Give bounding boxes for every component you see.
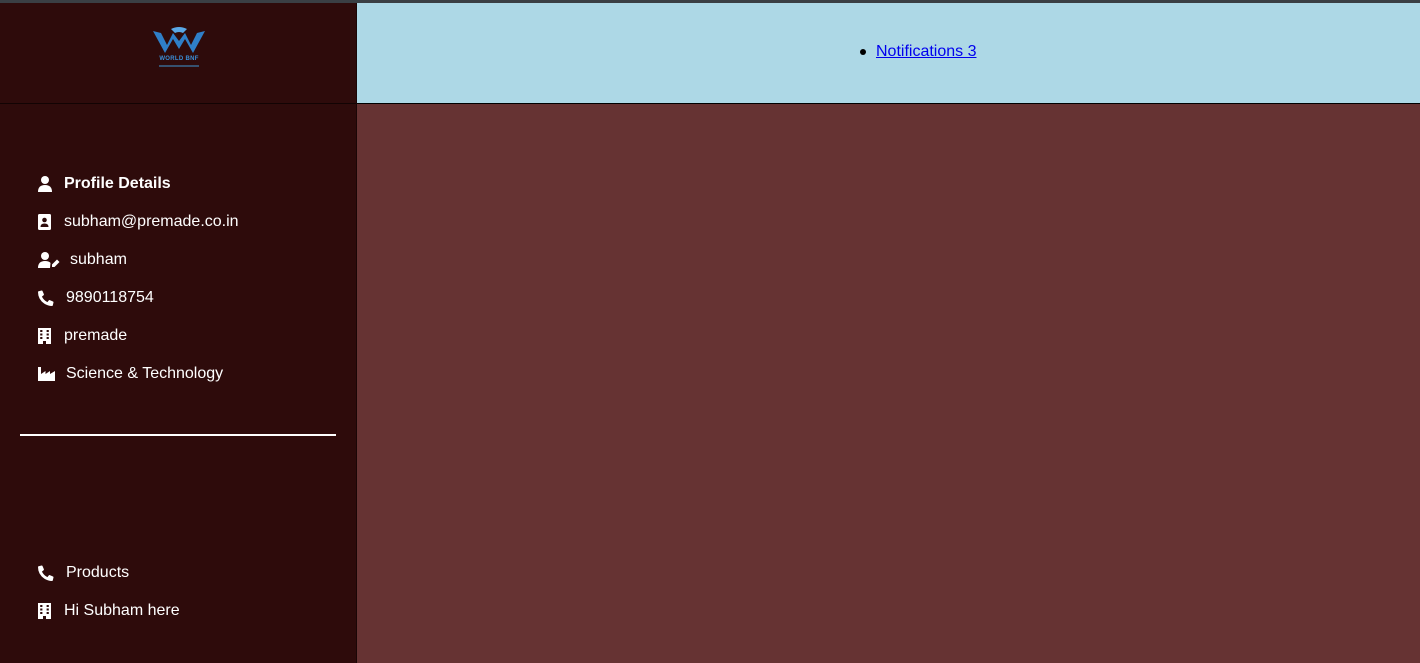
industry-icon bbox=[38, 365, 58, 383]
id-card-icon bbox=[38, 213, 56, 231]
header-nav-list: Notifications 3 bbox=[860, 43, 977, 61]
sidebar-item-greeting[interactable]: Hi Subham here bbox=[38, 599, 180, 623]
profile-phone-text: 9890118754 bbox=[66, 289, 154, 306]
logo-w-icon bbox=[153, 27, 205, 53]
phone-icon bbox=[38, 289, 58, 307]
sidebar-item-products-label: Products bbox=[66, 564, 130, 581]
profile-company-text: premade bbox=[64, 327, 128, 344]
list-bullet bbox=[860, 49, 866, 55]
profile-details-label: Profile Details bbox=[64, 175, 171, 192]
main-content-area bbox=[357, 104, 1420, 663]
building-icon bbox=[38, 602, 56, 620]
sidebar-item-greeting-label: Hi Subham here bbox=[64, 602, 180, 619]
logo-tagline-line bbox=[159, 65, 199, 67]
profile-industry-item[interactable]: Science & Technology bbox=[38, 362, 223, 386]
logo-area: WORLD BNF bbox=[0, 3, 356, 104]
notifications-link[interactable]: Notifications 3 bbox=[876, 43, 977, 61]
sidebar-item-products[interactable]: Products bbox=[38, 561, 129, 585]
user-icon bbox=[38, 175, 56, 193]
profile-company-item[interactable]: premade bbox=[38, 324, 127, 348]
phone-icon bbox=[38, 564, 58, 582]
sidebar-divider bbox=[20, 434, 336, 436]
profile-username-text: subham bbox=[70, 251, 127, 268]
building-icon bbox=[38, 327, 56, 345]
sidebar: WORLD BNF Profile Details subham@premade… bbox=[0, 3, 357, 663]
profile-phone-item[interactable]: 9890118754 bbox=[38, 286, 154, 310]
notifications-list-item: Notifications 3 bbox=[860, 43, 977, 61]
profile-details-item[interactable]: Profile Details bbox=[38, 172, 171, 196]
top-header: Notifications 3 bbox=[357, 3, 1420, 104]
brand-logo[interactable]: WORLD BNF bbox=[151, 27, 207, 71]
logo-text: WORLD BNF bbox=[159, 56, 199, 62]
profile-username-item[interactable]: subham bbox=[38, 248, 127, 272]
profile-email-item[interactable]: subham@premade.co.in bbox=[38, 210, 239, 234]
profile-email-text: subham@premade.co.in bbox=[64, 213, 239, 230]
profile-industry-text: Science & Technology bbox=[66, 365, 224, 382]
user-edit-icon bbox=[38, 251, 62, 269]
